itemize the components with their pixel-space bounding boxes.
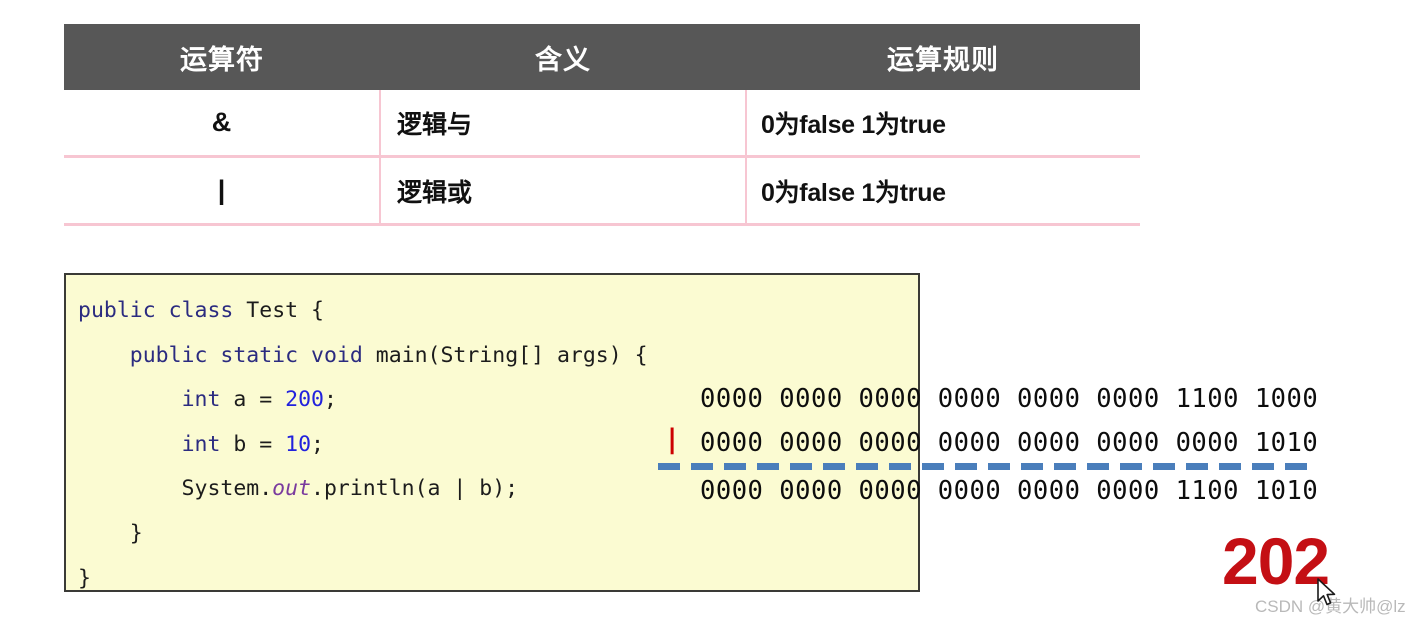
code-token: } (78, 565, 91, 591)
code-token: .println(a | b); (311, 476, 519, 502)
code-token: b = (220, 431, 286, 457)
table-body: & 逻辑与 0为false 1为true | 逻辑或 0为false 1为tru… (64, 90, 1140, 226)
code-token: ; (323, 387, 337, 413)
code-token: int (181, 431, 221, 457)
code-token: class (168, 298, 234, 323)
binary-operand-b: 0000 0000 0000 0000 0000 0000 0000 1010 (700, 428, 1319, 458)
code-token: main(String[] args) { (362, 342, 648, 368)
binary-divider-line (658, 463, 1315, 470)
table-header: 运算符 含义 运算规则 (64, 24, 1140, 90)
code-text: public class Test { public static void m… (78, 289, 648, 601)
cell-rule: 0为false 1为true (746, 90, 1140, 158)
code-token: int (181, 387, 221, 413)
code-token: System. (78, 476, 273, 502)
cell-meaning: 逻辑与 (380, 90, 747, 158)
code-token: } (78, 520, 143, 546)
code-token: out (272, 476, 312, 502)
code-token: 10 (285, 431, 312, 457)
cell-operator: | (64, 156, 381, 226)
column-header-meaning: 含义 (380, 24, 746, 90)
mouse-pointer-icon (1317, 578, 1336, 606)
code-token: ; (311, 431, 324, 457)
operator-reference-table: 运算符 含义 运算规则 & 逻辑与 0为false 1为true | 逻辑或 0… (64, 24, 1140, 226)
column-header-operator: 运算符 (64, 24, 380, 90)
code-token: a = (220, 387, 286, 413)
page-number: 202 (1222, 524, 1330, 598)
table-header-row: 运算符 含义 运算规则 (64, 24, 1140, 90)
cell-rule: 0为false 1为true (746, 156, 1140, 226)
code-token: static (220, 342, 299, 368)
binary-computation-overlay: | 0000 0000 0000 0000 0000 0000 1100 100… (658, 380, 1319, 506)
code-token: void (311, 342, 363, 368)
column-header-rule: 运算规则 (746, 24, 1140, 90)
binary-operand-a: 0000 0000 0000 0000 0000 0000 1100 1000 (700, 384, 1319, 414)
binary-result: 0000 0000 0000 0000 0000 0000 1100 1010 (700, 476, 1319, 506)
binary-operator-symbol: | (664, 424, 681, 455)
code-token: 200 (285, 387, 324, 413)
cell-meaning: 逻辑或 (380, 156, 747, 226)
table-row: & 逻辑与 0为false 1为true (64, 90, 1140, 158)
cell-operator: & (64, 90, 381, 158)
code-token: Test { (233, 298, 324, 323)
code-token: public (129, 342, 208, 368)
table-row: | 逻辑或 0为false 1为true (64, 156, 1140, 226)
code-token: public (78, 298, 156, 323)
